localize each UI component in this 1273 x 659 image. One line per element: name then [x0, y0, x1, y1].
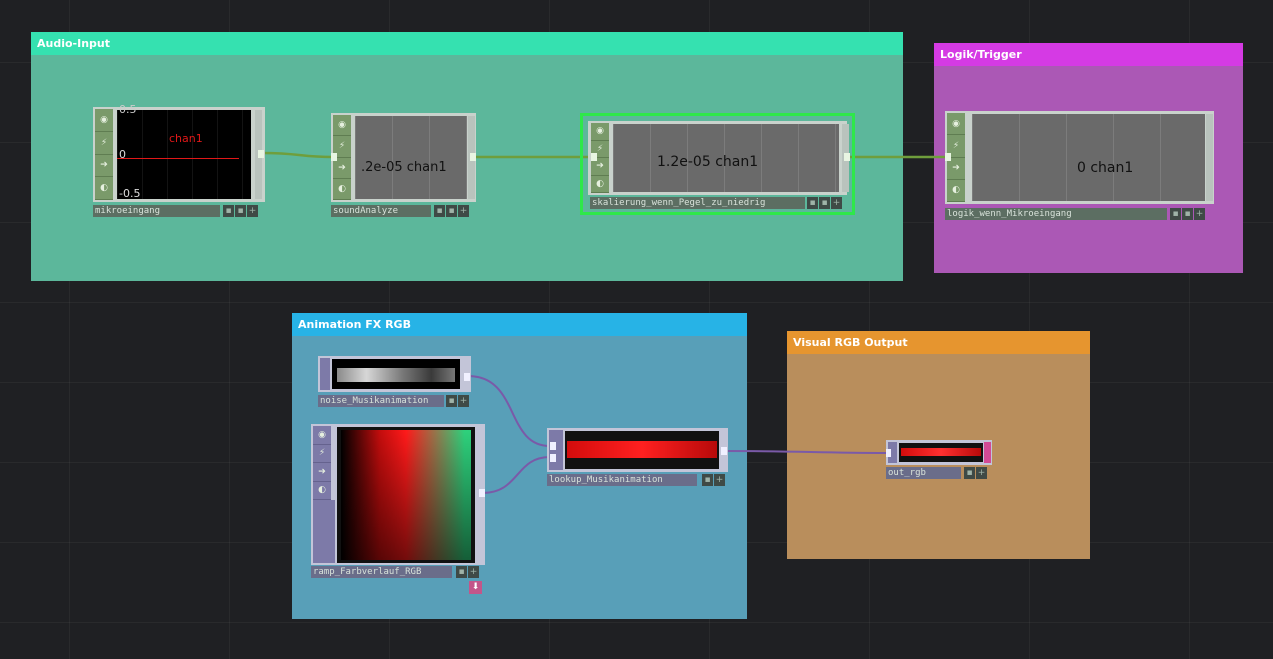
node-flags[interactable]: ◉ ⚡ ➔ ◐	[313, 426, 331, 500]
node-buttons[interactable]: ▪ +	[446, 395, 469, 407]
node-logik[interactable]: ◉ ⚡ ➔ ◐ 0 chan1 logik_wenn_Mikroeingang …	[945, 111, 1214, 221]
node-flags[interactable]	[549, 430, 563, 470]
node-out-rgb[interactable]: out_rgb ▪ +	[886, 440, 992, 480]
wire-ramp-lookup	[481, 456, 551, 494]
wire-mikro-sound	[261, 151, 334, 159]
cook-icon[interactable]: ⚡	[313, 445, 331, 463]
lookup-preview	[567, 441, 717, 458]
output-port[interactable]	[258, 150, 264, 158]
input-port[interactable]	[945, 153, 951, 161]
axis-top-value: 0.5	[119, 103, 137, 116]
output-port[interactable]	[464, 373, 470, 381]
node-soundanalyze[interactable]: ◉ ⚡ ➔ ◐ .2e-05 chan1 soundAnalyze ▪ ▪ +	[331, 113, 476, 218]
output-port[interactable]	[479, 489, 485, 497]
node-buttons[interactable]: ▪ ▪ +	[223, 205, 258, 217]
node-viewer: 0 chan1	[972, 114, 1205, 201]
viewer-icon[interactable]: ◉	[95, 109, 113, 132]
output-port[interactable]	[721, 447, 727, 455]
node-viewer: chan1 0.5 0 -0.5	[117, 103, 251, 200]
node-buttons[interactable]: ▪ ▪ +	[1170, 208, 1205, 220]
viewer-icon[interactable]: ◉	[947, 113, 965, 136]
node-lookup[interactable]: lookup_Musikanimation ▪ +	[547, 428, 728, 487]
node-mikroeingang[interactable]: ◉ ⚡ ➔ ◐ chan1 0.5 0 -0.5 mikroeingang ▪ ▪…	[93, 103, 265, 218]
node-skalierung[interactable]: ◉ ⚡ ➔ ◐ 1.2e-05 chan1 skalierung_wenn_Pe…	[580, 113, 855, 215]
node-name[interactable]: mikroeingang	[93, 205, 220, 217]
viewer-icon[interactable]: ◉	[313, 426, 331, 445]
node-buttons[interactable]: ▪ ▪ +	[807, 197, 842, 209]
node-viewer	[337, 427, 475, 563]
node-ramp[interactable]: ◉ ⚡ ➔ ◐ ramp_Farbverlauf_RGB ▪ + ⬇	[311, 424, 485, 596]
node-buttons[interactable]: ▪ +	[456, 566, 479, 578]
channel-label: chan1	[169, 132, 203, 145]
node-name[interactable]: logik_wenn_Mikroeingang	[945, 208, 1167, 220]
bypass-icon[interactable]: ◐	[947, 180, 965, 202]
node-flags[interactable]: ◉ ⚡ ➔ ◐	[95, 109, 113, 200]
node-name[interactable]: out_rgb	[886, 467, 961, 479]
node-noise[interactable]: noise_Musikanimation ▪ +	[318, 356, 471, 408]
viewer-icon[interactable]: ◉	[333, 115, 351, 137]
node-buttons[interactable]: ▪ +	[964, 467, 987, 479]
node-flags[interactable]	[320, 358, 330, 390]
node-name[interactable]: noise_Musikanimation	[318, 395, 444, 407]
waveform-line	[117, 158, 239, 159]
input-port[interactable]	[886, 449, 891, 457]
wire-lookup-out	[723, 450, 888, 454]
node-viewer: .2e-05 chan1	[355, 116, 467, 199]
bypass-icon[interactable]: ◐	[333, 179, 351, 200]
axis-zero-value: 0	[119, 148, 126, 161]
output-marker	[984, 442, 991, 463]
viewer-icon[interactable]: ◉	[591, 123, 609, 141]
node-viewer: 1.2e-05 chan1	[613, 124, 839, 192]
bypass-icon[interactable]: ◐	[313, 482, 331, 500]
input-port[interactable]	[550, 442, 556, 450]
node-viewer	[332, 359, 460, 389]
node-name[interactable]: lookup_Musikanimation	[547, 474, 697, 486]
input-port[interactable]	[331, 153, 337, 161]
wires-layer	[261, 151, 948, 494]
channel-value: 0 chan1	[1077, 160, 1134, 176]
export-icon[interactable]: ➔	[95, 155, 113, 178]
bypass-icon[interactable]: ◐	[95, 177, 113, 200]
output-port[interactable]	[844, 153, 850, 161]
node-viewer	[899, 443, 983, 462]
node-buttons[interactable]: ▪ ▪ +	[434, 205, 469, 217]
node-name[interactable]: skalierung_wenn_Pegel_zu_niedrig	[590, 197, 805, 209]
node-buttons[interactable]: ▪ +	[702, 474, 725, 486]
channel-value: 1.2e-05 chan1	[657, 154, 759, 170]
node-flags-extra	[313, 500, 335, 563]
axis-bottom-value: -0.5	[119, 187, 141, 200]
bypass-icon[interactable]: ◐	[591, 176, 609, 193]
cook-icon[interactable]: ⚡	[95, 132, 113, 155]
node-name[interactable]: soundAnalyze	[331, 205, 431, 217]
output-strip	[1206, 114, 1213, 201]
node-name[interactable]: ramp_Farbverlauf_RGB	[311, 566, 452, 578]
input-port[interactable]	[591, 153, 597, 161]
noise-preview	[337, 368, 455, 382]
export-icon[interactable]: ➔	[313, 463, 331, 482]
download-icon[interactable]: ⬇	[469, 581, 482, 594]
channel-value: .2e-05 chan1	[361, 160, 447, 175]
out-preview	[901, 448, 981, 456]
input-port[interactable]	[550, 454, 556, 462]
output-port[interactable]	[470, 153, 476, 161]
node-viewer	[565, 431, 719, 469]
